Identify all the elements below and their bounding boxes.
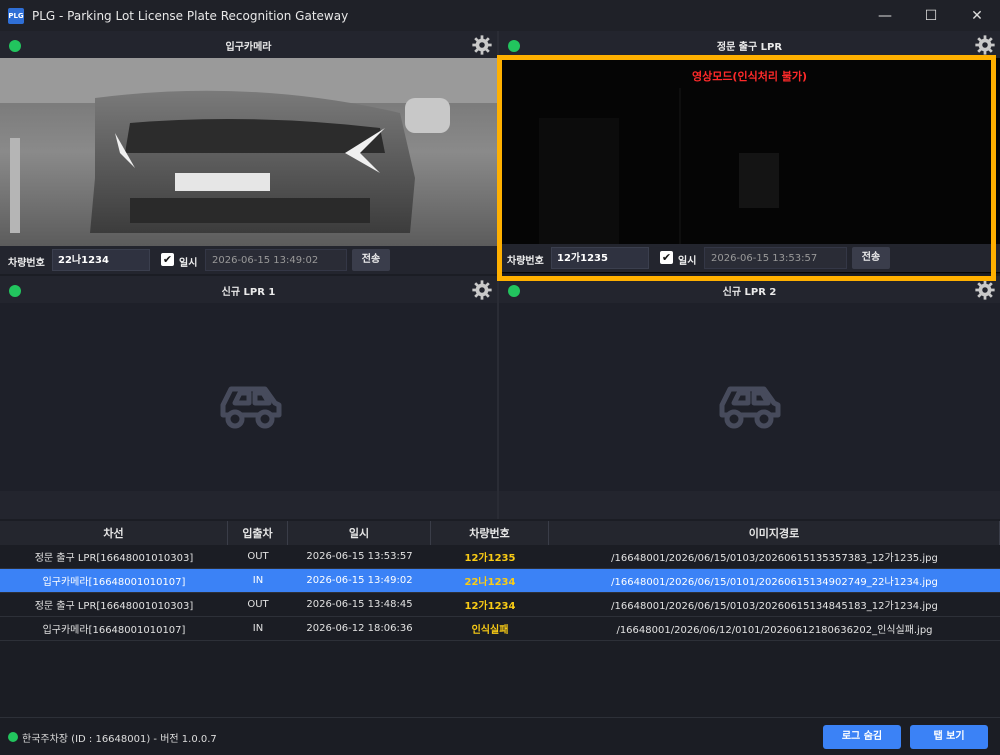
panel-title: 신규 LPR 1 xyxy=(221,287,276,298)
car-placeholder-icon xyxy=(719,386,781,429)
panel-title: 정문 출구 LPR xyxy=(716,42,783,53)
datetime-checkbox[interactable]: ✔ xyxy=(161,253,174,266)
empty-control-row xyxy=(499,491,1000,519)
site-info-text: 한국주차장 (ID : 16648001) - 버전 1.0.0.7 xyxy=(22,734,217,745)
cell-direction: IN xyxy=(252,623,264,634)
column-header-lane[interactable]: 차선 xyxy=(0,521,228,545)
maximize-button[interactable]: ☐ xyxy=(908,0,954,31)
app-logo: PLG xyxy=(8,7,24,24)
datetime-label: 일시 xyxy=(678,256,697,267)
cell-datetime: 2026-06-12 18:06:36 xyxy=(306,623,413,634)
cell-plate: 22나1234 xyxy=(464,577,516,588)
status-bar: 한국주차장 (ID : 16648001) - 버전 1.0.0.7 로그 숨김… xyxy=(0,717,1000,755)
panel-header: 정문 출구 LPR xyxy=(499,31,1000,58)
close-button[interactable]: ✕ xyxy=(954,0,1000,31)
cell-lane: 입구카메라[16648001010107] xyxy=(42,625,186,636)
cell-lane: 정문 출구 LPR[16648001010303] xyxy=(34,601,194,612)
cell-lane: 정문 출구 LPR[16648001010303] xyxy=(34,553,194,564)
table-row[interactable]: 입구카메라[16648001010107] IN 2026-06-12 18:0… xyxy=(0,617,1000,641)
minimize-button[interactable]: — xyxy=(862,0,908,31)
camera-feed-image xyxy=(0,58,497,246)
cell-lane: 입구카메라[16648001010107] xyxy=(42,577,186,588)
send-button[interactable]: 전송 xyxy=(852,247,890,269)
column-header-plate[interactable]: 차량번호 xyxy=(431,521,549,545)
cell-image-path: /16648001/2026/06/15/0103/20260615134845… xyxy=(611,601,938,612)
car-placeholder-icon xyxy=(220,386,282,429)
panel-header: 신규 LPR 2 xyxy=(499,276,1000,303)
window-title: PLG - Parking Lot License Plate Recognit… xyxy=(32,8,349,23)
gear-icon[interactable] xyxy=(974,34,996,56)
cell-image-path: /16648001/2026/06/15/0103/20260615135357… xyxy=(611,553,938,564)
table-row-selected[interactable]: 입구카메라[16648001010107] IN 2026-06-15 13:4… xyxy=(0,569,1000,593)
datetime-label: 일시 xyxy=(179,258,198,269)
plate-control-row: 차량번호 22나1234 ✔ 일시 2026-06-15 13:49:02 전송 xyxy=(0,246,497,274)
plate-label: 차량번호 xyxy=(507,256,544,267)
datetime-input[interactable]: 2026-06-15 13:49:02 xyxy=(205,249,347,271)
cell-datetime: 2026-06-15 13:53:57 xyxy=(306,551,413,562)
plate-number-input[interactable]: 22나1234 xyxy=(52,249,150,271)
column-header-datetime[interactable]: 일시 xyxy=(288,521,431,545)
panel-title: 신규 LPR 2 xyxy=(722,287,777,298)
column-header-image-path[interactable]: 이미지경로 xyxy=(549,521,1000,545)
cell-image-path: /16648001/2026/06/12/0101/20260612180636… xyxy=(616,625,933,636)
dark-feed-graphic xyxy=(539,88,779,258)
table-row[interactable]: 정문 출구 LPR[16648001010303] OUT 2026-06-15… xyxy=(0,593,1000,617)
gear-icon[interactable] xyxy=(471,279,493,301)
hide-log-button[interactable]: 로그 숨김 xyxy=(823,725,901,749)
cell-image-path: /16648001/2026/06/15/0101/20260615134902… xyxy=(611,577,938,588)
empty-control-row xyxy=(0,491,497,519)
connection-status-icon xyxy=(8,732,18,742)
gear-icon[interactable] xyxy=(974,279,996,301)
panel-header: 신규 LPR 1 xyxy=(0,276,497,303)
cell-direction: OUT xyxy=(247,551,269,562)
log-table-header: 차선 입출차 일시 차량번호 이미지경로 xyxy=(0,521,1000,545)
table-row[interactable]: 정문 출구 LPR[16648001010303] OUT 2026-06-15… xyxy=(0,545,1000,569)
empty-feed-area xyxy=(499,303,1000,491)
cell-direction: OUT xyxy=(247,599,269,610)
camera-panel-new-lpr-1: 신규 LPR 1 xyxy=(0,276,497,519)
cell-plate: 인식실패 xyxy=(471,625,509,636)
title-bar: PLG PLG - Parking Lot License Plate Reco… xyxy=(0,0,1000,31)
send-button[interactable]: 전송 xyxy=(352,249,390,271)
datetime-checkbox[interactable]: ✔ xyxy=(660,251,673,264)
cell-plate: 12가1235 xyxy=(464,553,516,564)
log-table-body: 정문 출구 LPR[16648001010303] OUT 2026-06-15… xyxy=(0,545,1000,717)
cell-plate: 12가1234 xyxy=(464,601,516,612)
plate-label: 차량번호 xyxy=(8,258,45,269)
gear-icon[interactable] xyxy=(471,34,493,56)
cell-datetime: 2026-06-15 13:48:45 xyxy=(306,599,413,610)
camera-panel-entrance: 입구카메라 차량번호 22나1234 ✔ 일시 2026-06-15 13:49… xyxy=(0,31,497,274)
datetime-input[interactable]: 2026-06-15 13:53:57 xyxy=(704,247,847,269)
camera-panel-new-lpr-2: 신규 LPR 2 xyxy=(499,276,1000,519)
empty-feed-area xyxy=(0,303,497,491)
panel-header: 입구카메라 xyxy=(0,31,497,58)
plate-control-row: 차량번호 12가1235 ✔ 일시 2026-06-15 13:53:57 전송 xyxy=(499,244,1000,272)
column-header-direction[interactable]: 입출차 xyxy=(228,521,288,545)
plate-number-input[interactable]: 12가1235 xyxy=(551,247,649,269)
camera-feed-image: 영상모드(인식처리 불가) xyxy=(499,58,1000,273)
panel-title: 입구카메라 xyxy=(225,42,272,53)
camera-panel-main-exit: 정문 출구 LPR 영상모드(인식처리 불가) 차량번호 12가1235 ✔ 일… xyxy=(499,31,1000,274)
video-mode-overlay-text: 영상모드(인식처리 불가) xyxy=(691,70,808,83)
cell-datetime: 2026-06-15 13:49:02 xyxy=(306,575,413,586)
tab-view-button[interactable]: 탭 보기 xyxy=(910,725,988,749)
cell-direction: IN xyxy=(252,575,264,586)
